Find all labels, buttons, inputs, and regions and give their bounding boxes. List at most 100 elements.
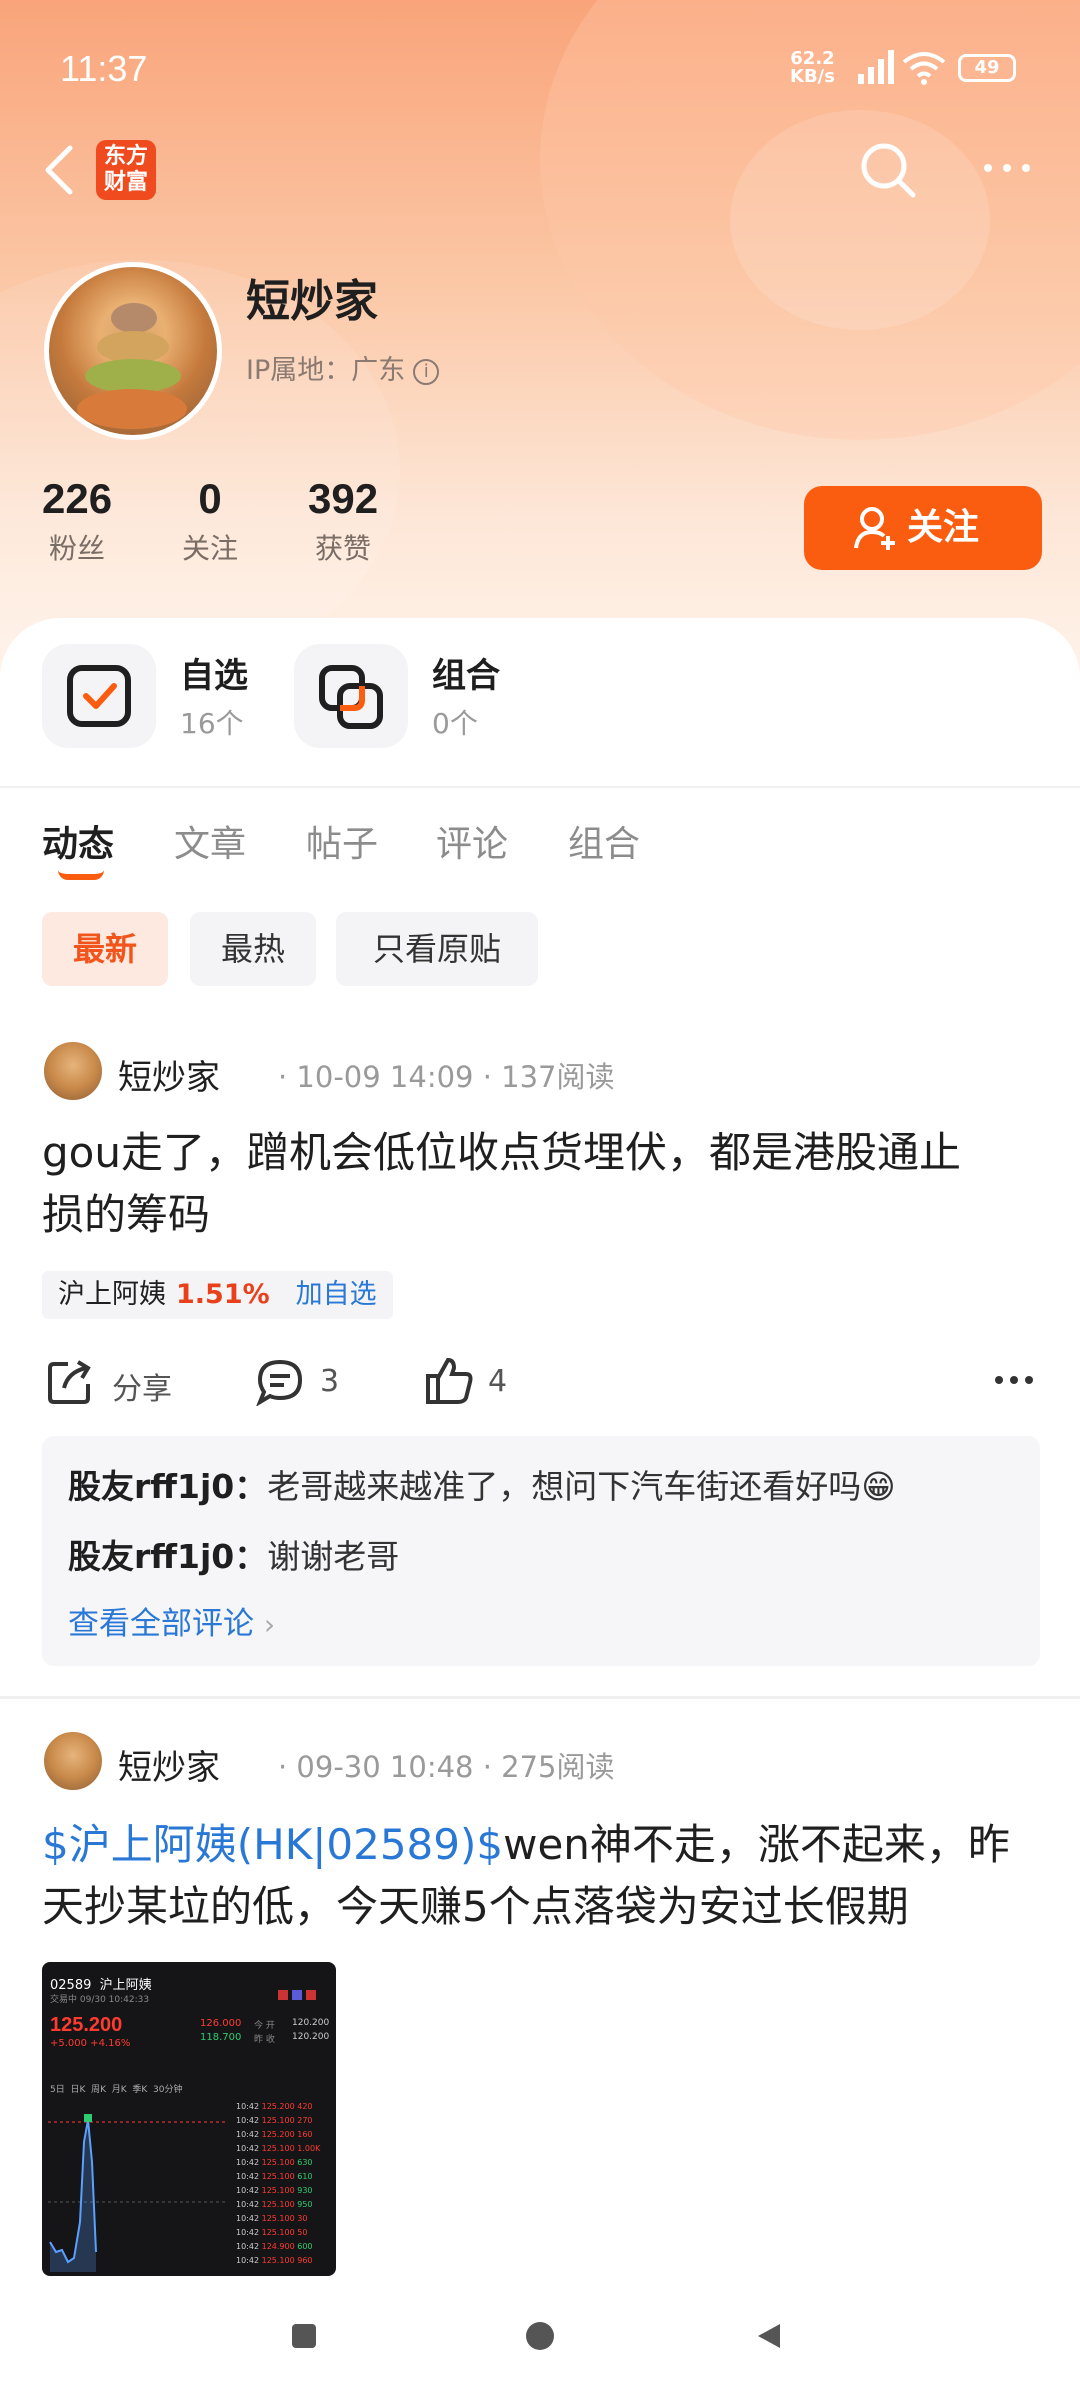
stock-link[interactable]: $沪上阿姨(HK|02589)$ — [42, 1820, 503, 1869]
tab-posts[interactable]: 帖子 — [306, 815, 378, 867]
thumb-open: 120.200 — [292, 2018, 330, 2028]
comment-count: 3 — [320, 1364, 340, 1399]
tick-volume: 950 — [297, 2200, 313, 2209]
tick-time: 10:42 — [236, 2256, 260, 2265]
author-avatar[interactable] — [42, 1730, 104, 1792]
post-image-thumbnail[interactable]: 02589 沪上阿姨 交易中 09/30 10:42:33 125.200 +5… — [42, 1962, 336, 2276]
tick-price: 125.100 — [261, 2228, 295, 2237]
like-count: 4 — [488, 1364, 508, 1399]
thumb-period: 月K — [111, 2085, 127, 2095]
post-author[interactable]: 短炒家 — [118, 1740, 220, 1789]
stat-value: 392 — [308, 475, 379, 522]
system-navigation-bar — [0, 2276, 1080, 2400]
tick-price: 125.100 — [261, 2256, 295, 2265]
info-icon[interactable]: i — [413, 358, 440, 385]
tick-time: 10:42 — [236, 2242, 260, 2251]
add-to-watchlist-link[interactable]: 加自选 — [296, 1279, 377, 1310]
watchlist-shortcut[interactable] — [42, 644, 156, 748]
back-arrow-icon[interactable] — [40, 144, 80, 196]
post-meta: · 10-09 14:09 · 137阅读 — [278, 1060, 615, 1094]
like-button[interactable]: 4 — [424, 1350, 524, 1410]
tick-volume: 160 — [297, 2130, 313, 2139]
stat-likes[interactable]: 392 获赞 — [308, 475, 378, 567]
share-button[interactable]: 分享 — [46, 1350, 186, 1410]
thumb-high: 126.000 — [200, 2018, 242, 2029]
checkbox-icon — [67, 665, 131, 727]
filter-original-only[interactable]: 只看原贴 — [336, 912, 538, 986]
tab-feed[interactable]: 动态 — [42, 815, 114, 867]
tick-time: 10:42 — [236, 2200, 260, 2209]
post-author[interactable]: 短炒家 — [118, 1050, 220, 1099]
content-tabs: 动态 文章 帖子 评论 组合 — [0, 815, 1080, 875]
tab-comments[interactable]: 评论 — [436, 815, 508, 867]
badge-icon — [278, 1990, 288, 2000]
stat-followers[interactable]: 226 粉丝 — [42, 475, 112, 567]
post-header: 短炒家 · 10-09 14:09 · 137阅读 — [42, 1040, 742, 1104]
thumb-time: 交易中 09/30 10:42:33 — [50, 1995, 150, 2005]
thumb-periods: 5日 日K 周K 月K 季K 30分钟 — [50, 2082, 182, 2095]
comment-text: 谢谢老哥 — [267, 1537, 400, 1576]
post-text[interactable]: $沪上阿姨(HK|02589)$wen神不走，涨不起来，昨 天抄某垃的低，今天赚… — [42, 1814, 1042, 1938]
home-icon[interactable] — [526, 2322, 554, 2350]
tick-time: 10:42 — [236, 2214, 260, 2223]
more-icon[interactable] — [982, 160, 1032, 176]
tick-volume: 600 — [297, 2242, 313, 2251]
stock-tag[interactable]: 沪上阿姨 1.51% 加自选 — [42, 1271, 393, 1319]
thumb-prev-label: 昨 收 — [254, 2035, 275, 2045]
tick-time: 10:42 — [236, 2186, 260, 2195]
tick-row: 10:42 125.200 420 — [236, 2102, 332, 2116]
app-logo: 东方 财富 — [96, 140, 156, 200]
tick-time: 10:42 — [236, 2102, 260, 2111]
tick-time: 10:42 — [236, 2158, 260, 2167]
tab-articles[interactable]: 文章 — [174, 815, 246, 867]
search-icon[interactable] — [858, 140, 918, 200]
comment-preview[interactable]: 股友rff1j0：老哥越来越准了，想问下汽车街还看好吗😁 股友rff1j0：谢谢… — [42, 1436, 1040, 1666]
active-tab-indicator — [58, 870, 104, 880]
tick-time: 10:42 — [236, 2130, 260, 2139]
profile-avatar[interactable] — [44, 262, 222, 440]
follow-button[interactable]: 关注 — [804, 486, 1042, 570]
tick-row: 10:42 125.100 610 — [236, 2172, 332, 2186]
post-text-line: $沪上阿姨(HK|02589)$wen神不走，涨不起来，昨 — [42, 1814, 1042, 1876]
filter-hottest[interactable]: 最热 — [190, 912, 316, 986]
thumb-title: 02589 沪上阿姨 — [50, 1974, 152, 1993]
stat-following[interactable]: 0 关注 — [182, 475, 238, 567]
follow-button-label: 关注 — [906, 507, 979, 548]
tick-price: 125.100 — [261, 2214, 295, 2223]
share-icon — [48, 1360, 91, 1404]
tick-price: 125.100 — [261, 2172, 295, 2181]
more-options-icon[interactable] — [994, 1374, 1034, 1386]
tick-row: 10:42 125.100 50 — [236, 2228, 332, 2242]
post-text-line: 天抄某垃的低，今天赚5个点落袋为安过长假期 — [42, 1882, 909, 1931]
avatar-stone — [77, 389, 187, 429]
thumbs-up-icon — [426, 1357, 473, 1404]
tick-row: 10:42 125.100 30 — [236, 2214, 332, 2228]
tick-row: 10:42 125.100 270 — [236, 2116, 332, 2130]
tick-row: 10:42 124.900 600 — [236, 2242, 332, 2256]
tick-list: 10:42 125.200 420 10:42 125.100 270 10:4… — [236, 2102, 332, 2270]
badge-icon — [292, 1990, 302, 2000]
thumb-prev: 120.200 — [292, 2032, 330, 2042]
tick-row: 10:42 125.100 960 — [236, 2256, 332, 2270]
comment-button[interactable]: 3 — [256, 1350, 356, 1410]
logo-line2: 财富 — [103, 170, 148, 195]
author-avatar[interactable] — [42, 1040, 104, 1102]
thumb-open-label: 今 开 — [254, 2021, 275, 2031]
view-all-comments-link[interactable]: 查看全部评论 › — [68, 1598, 275, 1643]
tick-volume: 50 — [297, 2228, 308, 2237]
stock-tag-name: 沪上阿姨 — [58, 1279, 166, 1310]
tick-row: 10:42 125.200 160 — [236, 2130, 332, 2144]
post-text[interactable]: gou走了，蹭机会低位收点货埋伏，都是港股通止 损的筹码 — [42, 1122, 1042, 1246]
comment-user[interactable]: 股友rff1j0： — [68, 1467, 267, 1506]
comment-user[interactable]: 股友rff1j0： — [68, 1537, 267, 1576]
tab-portfolios[interactable]: 组合 — [568, 815, 640, 867]
recent-apps-icon[interactable] — [292, 2324, 316, 2348]
filter-latest[interactable]: 最新 — [42, 912, 168, 986]
status-time: 11:37 — [60, 48, 148, 89]
share-label: 分享 — [112, 1372, 172, 1407]
tick-time: 10:42 — [236, 2116, 260, 2125]
back-icon[interactable] — [756, 2322, 782, 2350]
portfolio-shortcut[interactable] — [294, 644, 408, 748]
view-all-label: 查看全部评论 — [68, 1606, 254, 1642]
tick-price: 125.100 — [261, 2186, 295, 2195]
